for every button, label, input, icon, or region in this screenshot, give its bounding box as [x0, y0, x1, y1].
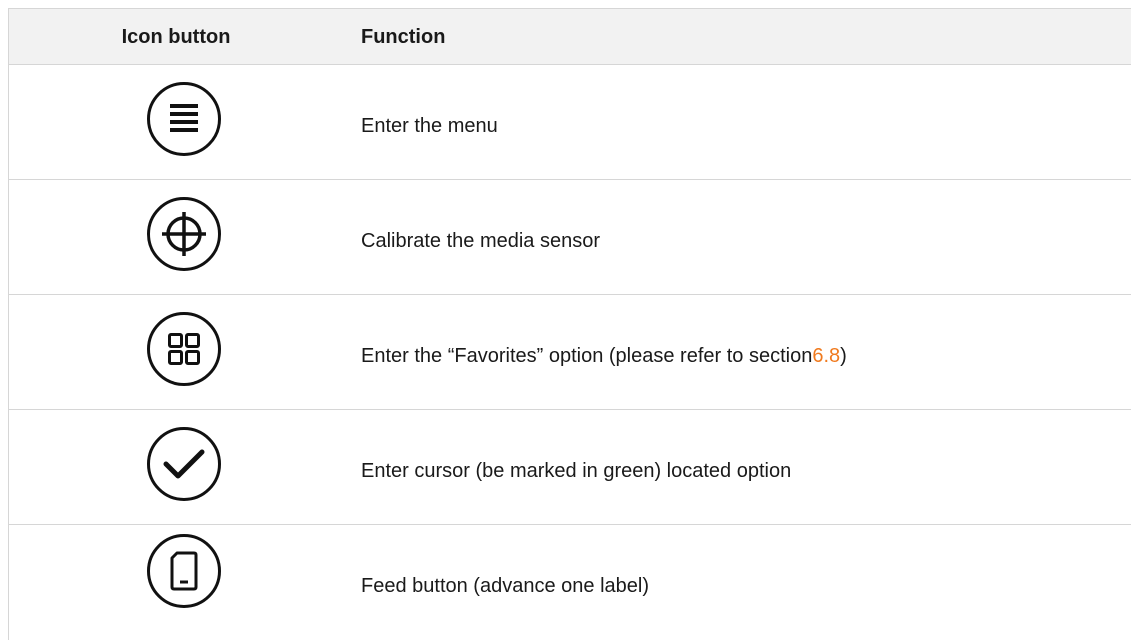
icon-function-table: Icon button Function Enter the menu Cali… — [8, 8, 1131, 640]
table-row: Feed button (advance one label) — [9, 525, 1131, 640]
icon-cell — [9, 525, 343, 640]
table-row: Enter cursor (be marked in green) locate… — [9, 410, 1131, 525]
table-row: Calibrate the media sensor — [9, 180, 1131, 295]
table-row: Enter the “Favorites” option (please ref… — [9, 295, 1131, 410]
function-text: Enter the “Favorites” option (please ref… — [361, 295, 847, 409]
menu-icon — [146, 81, 222, 157]
section-reference-link[interactable]: 6.8 — [812, 345, 840, 368]
icon-cell — [9, 295, 343, 409]
calibrate-crosshair-icon — [146, 196, 222, 272]
function-text-before: Enter the “Favorites” option (please ref… — [361, 344, 813, 367]
checkmark-icon — [146, 426, 222, 502]
icon-cell — [9, 65, 343, 179]
table-row: Enter the menu — [9, 65, 1131, 180]
function-text-after: ) — [840, 344, 847, 367]
header-icon-button: Icon button — [121, 26, 231, 48]
header-function: Function — [361, 26, 446, 48]
function-text: Calibrate the media sensor — [361, 229, 601, 252]
function-text: Feed button (advance one label) — [361, 575, 649, 597]
table-header-row: Icon button Function — [9, 9, 1131, 65]
icon-cell — [9, 410, 343, 524]
icon-cell — [9, 180, 343, 294]
function-text: Enter cursor (be marked in green) locate… — [361, 459, 792, 482]
feed-label-icon — [146, 533, 222, 609]
function-text: Enter the menu — [361, 114, 498, 137]
favorites-grid-icon — [146, 311, 222, 387]
